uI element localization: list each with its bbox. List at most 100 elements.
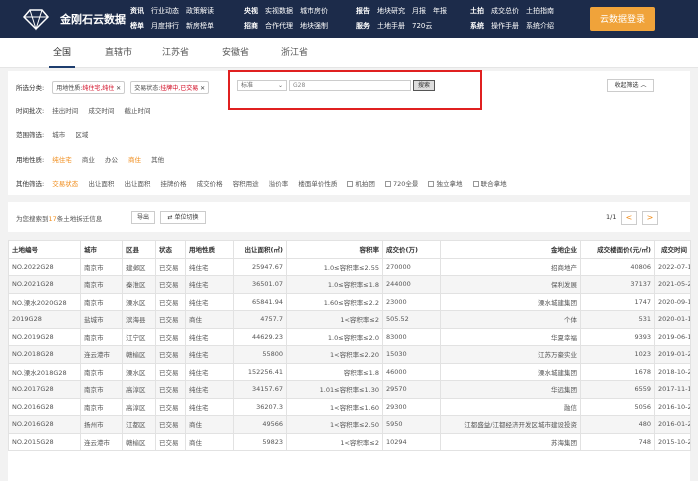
other-option[interactable]: 溢价率 [269,180,289,188]
nav-item[interactable]: 服务 [356,22,370,30]
table-row[interactable]: NO.2022G28 南京市 建邺区 已交易 纯住宅 25947.67 1.0≤容积率≤2.… [8,257,691,276]
table-row[interactable]: 2019G28 盐城市 滨海县 已交易 商住 4757.7 1<容积率≤2 505.52 个体 5… [8,310,691,329]
scope-option[interactable]: 城市 [52,131,65,139]
nav-item[interactable]: 地块强制 [300,22,328,30]
table-row[interactable]: NO.溧水2020G28 南京市 溧水区 已交易 纯住宅 65841.94 1.60≤容积率… [8,292,691,311]
search-input[interactable]: G28 [289,80,411,91]
time-option[interactable]: 截止时间 [124,107,150,115]
nav-item[interactable]: 央视 [244,7,258,15]
other-option[interactable]: 出让面积 [124,180,150,188]
table-row[interactable]: NO.2016G28 南京市 高淳区 已交易 纯住宅 36207.3 1<容积率≤1.60 2… [8,397,691,416]
table-cell: 个体 [440,310,581,329]
tab-anhui[interactable]: 安徽省 [222,38,249,68]
checkbox-option[interactable]: 720全景 [384,180,419,188]
table-row[interactable]: NO.2019G28 南京市 江宁区 已交易 纯住宅 44629.23 1.0≤容积率≤2.… [8,327,691,346]
land-use-option[interactable]: 商住 [128,156,141,164]
other-option[interactable]: 楼面单价性质 [298,180,337,188]
search-type-select[interactable]: 标准 ⌄ [237,80,287,91]
nav-item[interactable]: 系统介绍 [526,22,554,30]
land-use-option[interactable]: 商业 [82,156,95,164]
table-row[interactable]: NO.2017G28 南京市 高淳区 已交易 纯住宅 34157.67 1.01≤容积率≤1… [8,380,691,399]
column-header[interactable]: 土地编号 [8,240,81,259]
nav-item[interactable]: 招商 [244,22,258,30]
tab-jiangsu[interactable]: 江苏省 [162,38,189,68]
table-row[interactable]: NO.2018G28 连云港市 赣榆区 已交易 纯住宅 55800 1<容积率≤2.20 15… [8,345,691,364]
table-cell: 纯住宅 [185,275,234,294]
column-header[interactable]: 用地性质 [185,240,234,259]
table-cell: 江宁区 [122,327,156,346]
column-header[interactable]: 区县 [122,240,156,259]
nav-item[interactable]: 土拍指南 [526,7,554,15]
table-cell: 融信 [440,397,581,416]
chip-key: 用地性质: [56,85,83,92]
nav-item[interactable]: 操作手册 [491,22,519,30]
tab-municipalities[interactable]: 直辖市 [105,38,132,68]
nav-item[interactable]: 月报 [412,7,426,15]
other-option[interactable]: 出让面积 [88,180,114,188]
nav-item[interactable]: 城市房价 [300,7,328,15]
close-icon[interactable]: ✕ [116,85,121,92]
results-bar: 为您搜索到17条土地拆迁信息 导出 ⇄ 单位切换 1/1 < > [8,202,690,232]
nav-item[interactable]: 系统 [470,22,484,30]
collapse-filters-button[interactable]: 收起筛选 ︿ [607,79,654,92]
table-cell: 苏海集团 [440,432,581,451]
nav-item[interactable]: 合作代理 [265,22,293,30]
table-cell: 江苏万豪实业 [440,345,581,364]
column-header[interactable]: 出让面积(㎡) [233,240,287,259]
scope-option[interactable]: 区域 [75,131,88,139]
table-row[interactable]: NO.2016G28 扬州市 江都区 已交易 商住 49566 1<容积率≤2.50 5950… [8,415,691,434]
table-row[interactable]: NO.2015G28 连云港市 赣榆区 已交易 商住 59823 1<容积率≤2 10294 苏… [8,432,691,451]
column-header[interactable]: 成交价(万) [382,240,441,259]
nav-item[interactable]: 资讯 [130,7,144,15]
export-button[interactable]: 导出 [131,211,155,224]
nav-item[interactable]: 政策解读 [186,7,214,15]
nav-item[interactable]: 土拍 [470,7,484,15]
nav-item[interactable]: 土地手册 [377,22,405,30]
other-option[interactable]: 挂牌价格 [161,180,187,188]
table-row[interactable]: NO.溧水2018G28 南京市 溧水区 已交易 纯住宅 152256.41 容积率≤1.8… [8,362,691,381]
time-option[interactable]: 成交时间 [88,107,114,115]
time-option[interactable]: 挂出时间 [52,107,78,115]
nav-item[interactable]: 实视数据 [265,7,293,15]
column-header[interactable]: 容积率 [286,240,383,259]
nav-item[interactable]: 成交总价 [491,7,519,15]
land-use-option[interactable]: 其他 [151,156,164,164]
other-option[interactable]: 容积用途 [233,180,259,188]
prev-page-button[interactable]: < [621,211,637,225]
column-header[interactable]: 金地企业 [440,240,581,259]
checkbox-label: 720全景 [392,180,419,188]
unit-switch-button[interactable]: ⇄ 单位切换 [160,211,206,224]
other-option[interactable]: 成交价格 [197,180,223,188]
land-use-option[interactable]: 办公 [105,156,118,164]
nav-group-reports: 报告 地块研究 月报 年报 服务 土地手册 720云 [356,4,454,34]
search-button[interactable]: 搜索 [413,80,435,91]
other-option[interactable]: 交易状态 [52,180,78,188]
nav-item[interactable]: 年报 [433,7,447,15]
table-cell: NO.溧水2018G28 [8,362,81,381]
table-cell: 480 [580,415,655,434]
close-icon[interactable]: ✕ [200,85,205,92]
filter-chip[interactable]: 交易状态:挂牌中,已交易 ✕ [130,81,210,94]
tab-nationwide[interactable]: 全国 [48,38,76,68]
table-row[interactable]: NO.2021G28 南京市 秦淮区 已交易 纯住宅 36501.07 1.0≤容积率≤1.… [8,275,691,294]
column-header[interactable]: 状态 [155,240,186,259]
nav-item[interactable]: 地块研究 [377,7,405,15]
cloud-data-login-button[interactable]: 云数据登录 [590,7,655,31]
checkbox-option[interactable]: 独立拿地 [428,180,462,188]
land-use-option[interactable]: 纯住宅 [52,156,72,164]
checkbox-option[interactable]: 机拍团 [347,180,375,188]
filter-chip[interactable]: 用地性质:纯住宅,纯住 ✕ [52,81,126,94]
column-header[interactable]: 成交时间 [654,240,691,259]
nav-item[interactable]: 行业动态 [151,7,179,15]
nav-item[interactable]: 榜单 [130,22,144,30]
nav-item[interactable]: 新房榜单 [186,22,214,30]
tab-zhejiang[interactable]: 浙江省 [281,38,308,68]
column-header[interactable]: 成交楼面价(元/㎡) [580,240,655,259]
nav-item[interactable]: 720云 [412,22,432,30]
nav-item[interactable]: 报告 [356,7,370,15]
checkbox-option[interactable]: 联合拿地 [472,180,507,188]
next-page-button[interactable]: > [642,211,658,225]
brand-name[interactable]: 金刚石云数据 [60,11,126,27]
nav-item[interactable]: 月度排行 [151,22,179,30]
column-header[interactable]: 城市 [80,240,123,259]
